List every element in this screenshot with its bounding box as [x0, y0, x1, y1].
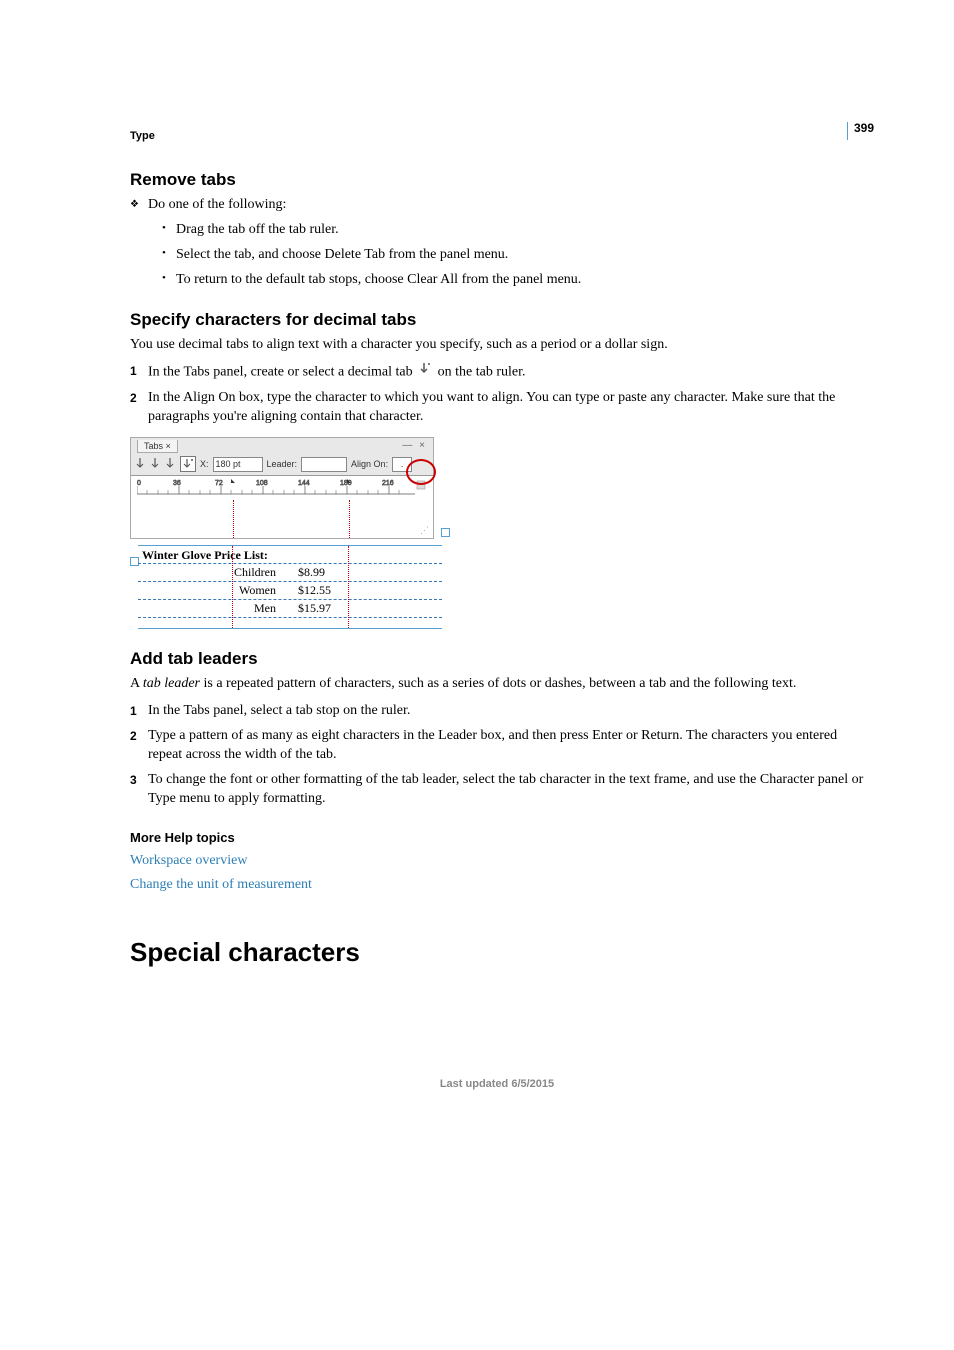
leaders-step-num-3: 3 [130, 771, 148, 789]
decimal-tab-button-selected [180, 456, 196, 472]
svg-text:0: 0 [137, 480, 141, 487]
tab-ruler: 0 36 72 108 144 180 216 [131, 475, 433, 500]
panel-title: Tabs × [137, 440, 178, 453]
footer-last-updated: Last updated 6/5/2015 [130, 1078, 864, 1090]
leaders-step-2: Type a pattern of as many as eight chara… [148, 727, 864, 765]
more-help-heading: More Help topics [130, 830, 864, 845]
heading-special-characters: Special characters [130, 937, 864, 968]
example-cat-1: Children [138, 565, 294, 580]
leaders-step-1: In the Tabs panel, select a tab stop on … [148, 702, 864, 721]
x-label: X: [200, 459, 209, 469]
leader-label: Leader: [267, 459, 298, 469]
svg-text:216: 216 [382, 480, 394, 487]
leaders-step-num-2: 2 [130, 727, 148, 745]
leaders-step-3: To change the font or other formatting o… [148, 771, 864, 809]
tabs-panel-illustration: — × Tabs × X: 180 pt Leader: Align On: . [130, 437, 434, 629]
decimal-tab-icon [419, 362, 431, 383]
decimal-step-2: In the Align On box, type the character … [148, 389, 864, 427]
svg-text:180: 180 [340, 480, 352, 487]
step-number-1: 1 [130, 362, 148, 380]
example-cat-3: Men [138, 601, 294, 616]
remove-tabs-intro: Do one of the following: [148, 196, 864, 215]
diamond-bullet-icon: ❖ [130, 196, 148, 214]
x-field: 180 pt [213, 457, 263, 472]
heading-remove-tabs: Remove tabs [130, 170, 864, 190]
decimal-step-1: In the Tabs panel, create or select a de… [148, 362, 864, 383]
left-tab-icon [135, 457, 146, 471]
panel-close-icons: — × [402, 440, 427, 451]
example-cat-2: Women [138, 583, 294, 598]
alignon-highlight-circle [406, 459, 436, 485]
remove-tabs-bullet-2: Select the tab, and choose Delete Tab fr… [162, 246, 864, 265]
right-tab-icon [165, 457, 176, 471]
chapter-label: Type [130, 130, 864, 142]
alignon-label: Align On: [351, 459, 388, 469]
tab-leaders-intro: A tab leader is a repeated pattern of ch… [130, 675, 864, 694]
leaders-step-num-1: 1 [130, 702, 148, 720]
center-tab-icon [150, 457, 161, 471]
link-workspace-overview[interactable]: Workspace overview [130, 853, 247, 869]
leader-field [301, 457, 347, 472]
example-title: Winter Glove Price List: [138, 546, 442, 564]
svg-text:36: 36 [173, 480, 181, 487]
remove-tabs-bullet-3: To return to the default tab stops, choo… [162, 271, 864, 290]
svg-text:144: 144 [298, 480, 310, 487]
svg-text:72: 72 [215, 480, 223, 487]
remove-tabs-bullet-1: Drag the tab off the tab ruler. [162, 221, 864, 240]
link-change-unit[interactable]: Change the unit of measurement [130, 877, 312, 893]
heading-decimal-tabs: Specify characters for decimal tabs [130, 310, 864, 330]
panel-whitespace: ⋰ [131, 500, 433, 538]
step-number-2: 2 [130, 389, 148, 407]
heading-add-tab-leaders: Add tab leaders [130, 649, 864, 669]
decimal-tabs-intro: You use decimal tabs to align text with … [130, 336, 864, 355]
page-number: 399 [847, 122, 874, 140]
svg-text:108: 108 [256, 480, 268, 487]
